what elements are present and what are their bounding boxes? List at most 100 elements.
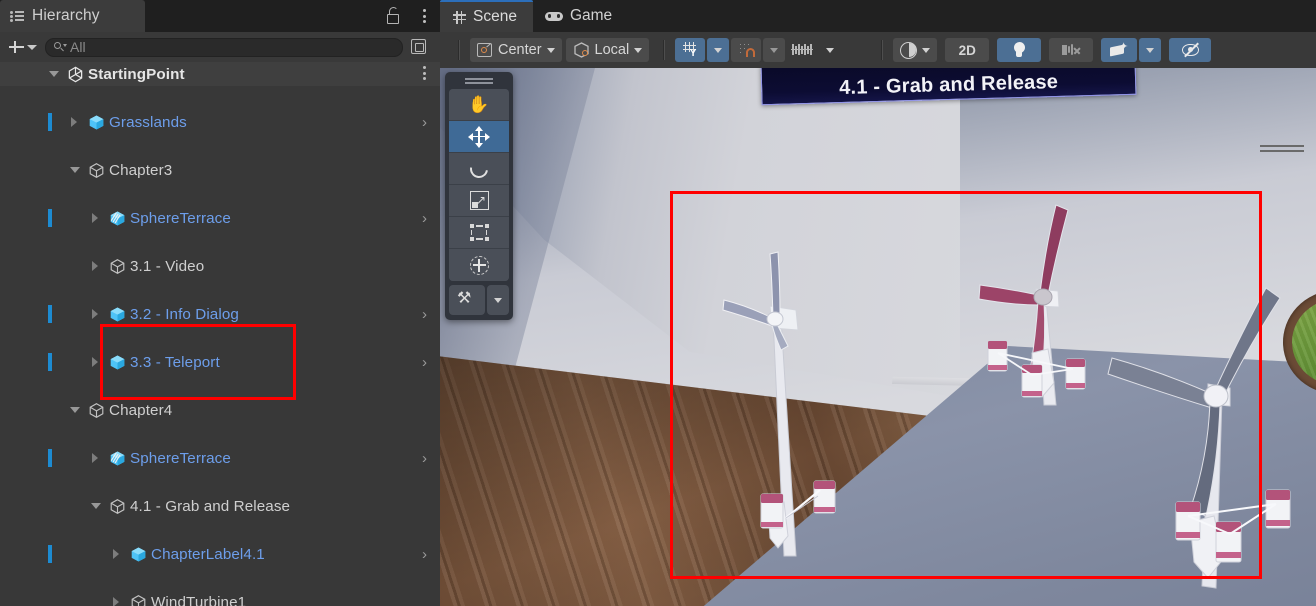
- hierarchy-row[interactable]: 3.2 - Info Dialog ›: [0, 302, 440, 326]
- gameobject-cube-icon: [109, 498, 126, 515]
- expand-arrow-icon[interactable]: [92, 213, 98, 223]
- grid-axis-button[interactable]: Y: [675, 38, 706, 62]
- prefab-modified-bar: [48, 209, 52, 227]
- grid-axis-dropdown[interactable]: [707, 38, 730, 62]
- hierarchy-row[interactable]: Grasslands ›: [0, 110, 440, 134]
- custom-tools-dropdown[interactable]: [487, 285, 509, 315]
- snap-increment-button[interactable]: [787, 38, 817, 62]
- expand-arrow-icon[interactable]: [92, 261, 98, 271]
- prefab-modified-bar: [48, 449, 52, 467]
- custom-tools-button[interactable]: ⚒: [449, 285, 485, 315]
- hierarchy-row[interactable]: 3.1 - Video: [0, 254, 440, 278]
- open-in-new-icon[interactable]: [409, 37, 430, 57]
- hierarchy-row[interactable]: Chapter4: [0, 398, 440, 422]
- select-prefab-chevron-icon[interactable]: ›: [422, 307, 427, 322]
- audio-toggle[interactable]: [1049, 38, 1094, 62]
- hierarchy-row[interactable]: WindTurbine1: [0, 590, 440, 606]
- chevron-down-icon: [826, 47, 835, 53]
- effects-dropdown[interactable]: [1139, 38, 1162, 62]
- hierarchy-row[interactable]: StartingPoint: [0, 62, 440, 86]
- select-prefab-chevron-icon[interactable]: ›: [422, 115, 427, 130]
- effects-toggle[interactable]: ✦: [1101, 38, 1138, 62]
- select-prefab-chevron-icon[interactable]: ›: [422, 355, 427, 370]
- expand-arrow-icon[interactable]: [113, 597, 119, 606]
- grid-snap-magnet-icon: [738, 42, 755, 58]
- snap-button[interactable]: [731, 38, 762, 62]
- collapse-arrow-icon[interactable]: [91, 503, 101, 509]
- prefab-cube-icon: [130, 546, 147, 563]
- view-2d-label: 2D: [958, 42, 976, 58]
- hierarchy-tree: StartingPoint Grasslands › Chapter3 SphereTe…: [0, 62, 440, 606]
- lighting-toggle[interactable]: [997, 38, 1042, 62]
- chevron-down-icon[interactable]: [634, 47, 643, 53]
- viewport-highlight-box: [670, 191, 1262, 579]
- rotate-icon: [466, 155, 492, 182]
- expand-arrow-icon[interactable]: [92, 453, 98, 463]
- custom-tool-row: ⚒: [449, 285, 509, 315]
- hierarchy-row[interactable]: Chapter3: [0, 158, 440, 182]
- scale-tool-button[interactable]: ↗: [449, 185, 509, 217]
- chevron-down-icon[interactable]: [546, 47, 555, 53]
- search-input-wrap[interactable]: [45, 37, 403, 57]
- gamepad-icon: [544, 11, 563, 22]
- select-prefab-chevron-icon[interactable]: ›: [422, 547, 427, 562]
- drag-handle-icon[interactable]: [465, 77, 493, 85]
- prefab-cube-icon: [88, 114, 105, 131]
- speaker-mute-icon: [1062, 43, 1081, 58]
- hierarchy-row-label: 4.1 - Grab and Release: [130, 497, 291, 515]
- pivot-mode-button[interactable]: Center: [470, 38, 562, 62]
- pivot-mode-label: Center: [498, 42, 542, 58]
- collapse-arrow-icon[interactable]: [49, 71, 59, 77]
- tab-hierarchy[interactable]: Hierarchy: [0, 0, 145, 32]
- expand-arrow-icon[interactable]: [71, 117, 77, 127]
- chevron-down-icon: [714, 47, 723, 53]
- tab-scene[interactable]: Scene: [440, 0, 533, 32]
- search-input[interactable]: [70, 39, 402, 55]
- chevron-down-icon: [770, 47, 779, 53]
- hierarchy-row[interactable]: SphereTerrace ›: [0, 206, 440, 230]
- plus-icon[interactable]: [6, 37, 26, 57]
- collapse-arrow-icon[interactable]: [70, 167, 80, 173]
- lightbulb-icon: [1012, 41, 1027, 59]
- gameobject-cube-icon: [109, 258, 126, 275]
- select-prefab-chevron-icon[interactable]: ›: [422, 451, 427, 466]
- collapse-arrow-icon[interactable]: [70, 407, 80, 413]
- row-menu-icon[interactable]: [423, 66, 427, 82]
- handle-space-button[interactable]: Local: [565, 38, 650, 62]
- hierarchy-row[interactable]: 4.1 - Grab and Release: [0, 494, 440, 518]
- hierarchy-row-label: Grasslands: [109, 113, 187, 131]
- hidden-objects-toggle[interactable]: [1169, 38, 1212, 62]
- scene-panel: Scene Game Center Local Y 2D ✦ 4.1 - Gra…: [440, 0, 1316, 606]
- hierarchy-row[interactable]: ChapterLabel4.1 ›: [0, 542, 440, 566]
- expand-arrow-icon[interactable]: [92, 309, 98, 319]
- kebab-menu-icon[interactable]: [423, 8, 427, 25]
- expand-arrow-icon[interactable]: [113, 549, 119, 559]
- chevron-down-icon[interactable]: [27, 44, 37, 50]
- chevron-down-icon: [1146, 47, 1155, 53]
- hierarchy-row[interactable]: 3.3 - Teleport ›: [0, 350, 440, 374]
- tool-group: ✋ ↗: [449, 89, 509, 281]
- rotate-tool-button[interactable]: [449, 153, 509, 185]
- transform-tool-button[interactable]: [449, 249, 509, 281]
- expand-arrow-icon[interactable]: [92, 357, 98, 367]
- hierarchy-row-label: SphereTerrace: [130, 209, 231, 227]
- snap-increment-dropdown[interactable]: [819, 38, 841, 62]
- hand-tool-button[interactable]: ✋: [449, 89, 509, 121]
- list-icon: [10, 9, 25, 23]
- move-tool-button[interactable]: [449, 121, 509, 153]
- lock-open-icon[interactable]: [386, 7, 402, 25]
- scene-viewport[interactable]: 4.1 - Grab and Release X ✋: [440, 68, 1316, 606]
- toolbar-divider: [458, 40, 460, 60]
- rect-tool-button[interactable]: [449, 217, 509, 249]
- tab-game[interactable]: Game: [533, 0, 628, 32]
- gameobject-cube-icon: [130, 594, 147, 606]
- shading-mode-button[interactable]: [893, 38, 938, 62]
- hierarchy-row[interactable]: SphereTerrace ›: [0, 446, 440, 470]
- view-2d-button[interactable]: 2D: [945, 38, 990, 62]
- toolbar-divider: [881, 40, 884, 60]
- shaded-sphere-icon: [900, 41, 918, 59]
- snap-dropdown[interactable]: [763, 38, 786, 62]
- tab-game-label: Game: [569, 7, 613, 24]
- select-prefab-chevron-icon[interactable]: ›: [422, 211, 427, 226]
- banner-underline-decoration: [1260, 145, 1304, 153]
